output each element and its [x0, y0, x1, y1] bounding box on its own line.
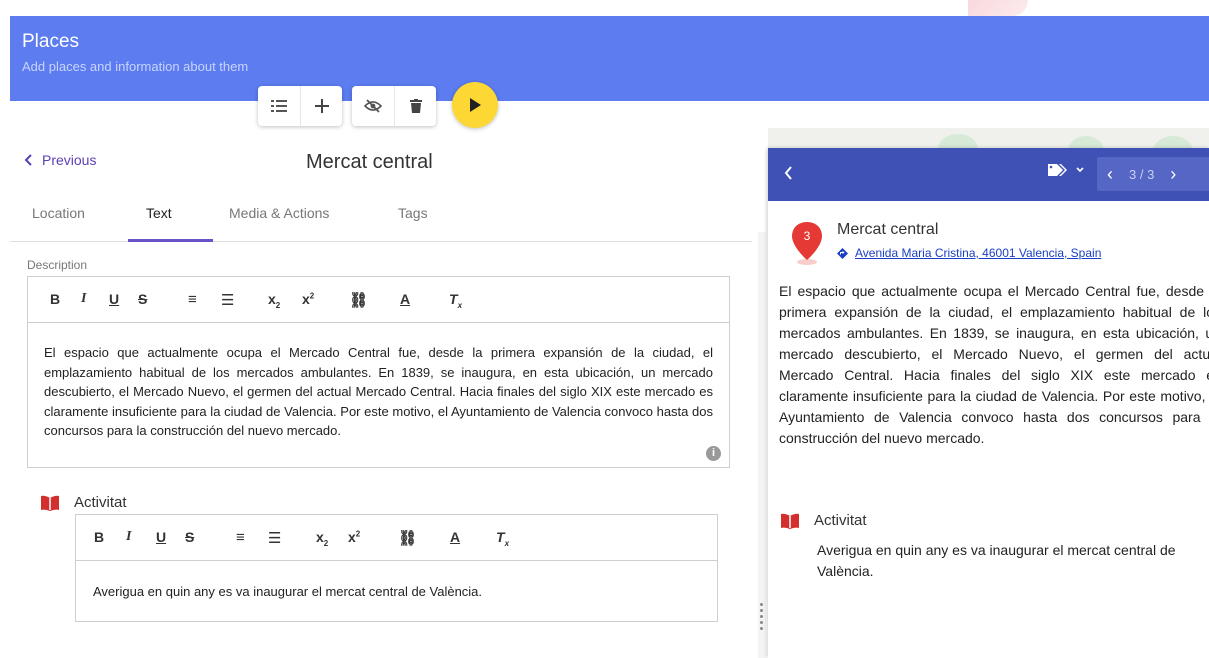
- preview-place-name: Mercat central: [837, 221, 939, 238]
- list-icon: [271, 100, 287, 112]
- ordered-list-icon[interactable]: ≡: [188, 291, 197, 308]
- tab-location[interactable]: Location: [32, 205, 85, 221]
- strike-button[interactable]: S: [138, 291, 147, 307]
- map-background: [768, 128, 1209, 148]
- underline-button[interactable]: U: [109, 291, 119, 307]
- ordered-list-icon[interactable]: ≡: [236, 529, 245, 546]
- app-title: Places: [22, 31, 80, 52]
- text-color-icon[interactable]: A: [400, 291, 410, 307]
- strike-button[interactable]: S: [185, 529, 194, 545]
- preview-address: Avenida Maria Cristina, 46001 Valencia, …: [855, 246, 1102, 260]
- app-header: Places Add places and information about …: [10, 16, 1209, 101]
- info-icon[interactable]: i: [706, 446, 721, 461]
- link-icon[interactable]: ⛓: [398, 529, 417, 547]
- preview-toolbar: ‹ 3 / 3 ›: [768, 148, 1209, 201]
- link-icon[interactable]: ⛓: [349, 291, 368, 309]
- activity-editor: B I U S ≡ ☰ x2 x2 ⛓ A Tx Averigua en qui…: [75, 514, 718, 622]
- preview-activity-text: Averigua en quin any es va inaugurar el …: [817, 542, 1176, 579]
- text-color-icon[interactable]: A: [450, 529, 460, 545]
- place-title: Mercat central: [306, 151, 433, 173]
- italic-button[interactable]: I: [81, 291, 86, 307]
- preview-address-link[interactable]: Avenida Maria Cristina, 46001 Valencia, …: [837, 246, 1101, 260]
- scrollbar-track[interactable]: [758, 232, 766, 658]
- list-add-group: [258, 86, 342, 126]
- clear-format-icon[interactable]: Tx: [449, 291, 462, 310]
- chevron-left-icon: [24, 154, 32, 166]
- tag-filter-button[interactable]: [1048, 163, 1084, 177]
- pager-count: 3 / 3: [1129, 166, 1155, 182]
- activity-format-toolbar: B I U S ≡ ☰ x2 x2 ⛓ A Tx: [76, 515, 717, 561]
- pager-prev-icon[interactable]: ‹: [1107, 164, 1113, 185]
- preview-back-button[interactable]: [784, 163, 793, 186]
- directions-icon: [837, 247, 848, 259]
- underline-button[interactable]: U: [156, 529, 166, 545]
- superscript-icon[interactable]: x2: [348, 529, 360, 545]
- delete-icon: [409, 99, 422, 113]
- editor-tabs: Location Text Media & Actions Tags: [10, 195, 752, 242]
- preview-activity-header: Activitat: [780, 512, 867, 529]
- resize-handle[interactable]: [758, 603, 764, 633]
- italic-button[interactable]: I: [126, 529, 131, 545]
- tag-icon: [1048, 164, 1067, 176]
- description-label: Description: [27, 258, 88, 272]
- bullet-list-icon[interactable]: ☰: [221, 291, 234, 309]
- description-editor: B I U S ≡ ☰ x2 x2 ⛓ A Tx El espacio que …: [27, 276, 730, 468]
- tab-media-actions[interactable]: Media & Actions: [229, 205, 329, 221]
- chevron-down-icon: [1076, 167, 1084, 173]
- hide-icon: [364, 99, 382, 113]
- subscript-icon[interactable]: x2: [316, 529, 328, 548]
- bold-button[interactable]: B: [50, 291, 60, 307]
- preview-description: El espacio que actualmente ocupa el Merc…: [779, 283, 1209, 446]
- app-subtitle: Add places and information about them: [22, 59, 249, 74]
- map-marker-icon: 3: [790, 220, 824, 271]
- marker-number: 3: [804, 229, 811, 243]
- activity-label: Activitat: [74, 494, 127, 511]
- activity-header: Activitat: [40, 494, 127, 511]
- add-button[interactable]: [300, 86, 342, 126]
- book-icon: [781, 513, 799, 529]
- preview-panel: ‹ 3 / 3 › 3 Mercat central Avenida Maria…: [768, 148, 1209, 658]
- add-icon: [314, 99, 329, 113]
- play-button[interactable]: [452, 82, 498, 128]
- active-tab-indicator: [128, 239, 213, 242]
- delete-button[interactable]: [394, 86, 436, 126]
- tab-text[interactable]: Text: [146, 205, 172, 221]
- hide-button[interactable]: [352, 86, 394, 126]
- pager-next-icon[interactable]: ›: [1170, 164, 1176, 185]
- bullet-list-icon[interactable]: ☰: [268, 529, 281, 547]
- previous-label: Previous: [42, 152, 97, 168]
- chevron-left-icon: [784, 166, 792, 180]
- preview-activity-label: Activitat: [814, 512, 867, 529]
- decorative-corner: [968, 0, 1028, 16]
- play-icon: [470, 98, 481, 112]
- activity-text[interactable]: Averigua en quin any es va inaugurar el …: [76, 561, 717, 602]
- list-button[interactable]: [258, 86, 300, 126]
- description-text[interactable]: El espacio que actualmente ocupa el Merc…: [28, 323, 729, 441]
- superscript-icon[interactable]: x2: [302, 291, 314, 307]
- clear-format-icon[interactable]: Tx: [496, 529, 509, 548]
- subscript-icon[interactable]: x2: [268, 291, 280, 310]
- book-icon: [41, 495, 59, 511]
- places-editor-page: Places Add places and information about …: [0, 0, 1209, 658]
- preview-pager: ‹ 3 / 3 ›: [1097, 157, 1209, 191]
- bold-button[interactable]: B: [94, 529, 104, 545]
- description-format-toolbar: B I U S ≡ ☰ x2 x2 ⛓ A Tx: [28, 277, 729, 323]
- tab-tags[interactable]: Tags: [398, 205, 428, 221]
- previous-link[interactable]: Previous: [24, 152, 96, 168]
- visibility-delete-group: [352, 86, 436, 126]
